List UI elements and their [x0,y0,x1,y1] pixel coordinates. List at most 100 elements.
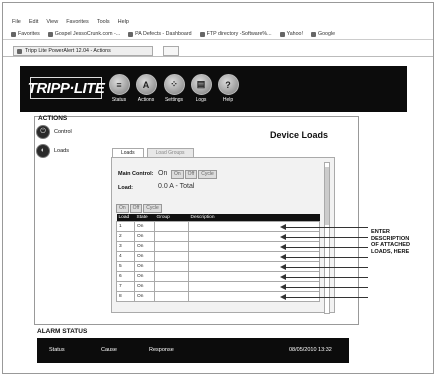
table-cycle-button[interactable]: Cycle [143,204,162,213]
state-cell: On [134,221,155,232]
nav-settings[interactable]: ⁘ Settings [163,74,185,103]
state-cell: On [134,241,155,252]
group-cell[interactable] [154,281,189,292]
state-cell: On [134,271,155,282]
table-on-button[interactable]: On [116,204,129,213]
menu-help[interactable]: Help [118,19,129,28]
google-icon [310,31,316,37]
status-icon: ≡ [108,74,130,95]
main-cycle-button[interactable]: Cycle [198,170,217,179]
callout-arrow [285,237,368,238]
tab-loads[interactable]: Loads [112,148,144,157]
load-tabs: Loads Load Groups [112,148,194,157]
table-off-button[interactable]: Off [129,204,143,213]
sidebar-item-control[interactable]: ⏻ Control [36,122,91,141]
alarm-col-cause: Cause [101,347,117,353]
tab-load-groups[interactable]: Load Groups [146,148,194,157]
star-icon [11,31,16,37]
actions-icon: A [135,74,157,95]
alarm-timestamp: 08/05/2010 13:32 [289,347,332,353]
annotation-line: LOADS, HERE [371,248,410,255]
annotation-callout: ENTER DESCRIPTION OF ATTACHED LOADS, HER… [371,229,410,255]
callout-arrow [285,247,368,248]
page-title: Device Loads [270,130,329,140]
favorite-link-ftp[interactable]: FTP directory -Software%... [199,31,272,37]
col-load: Load [116,214,135,222]
sidebar-item-loads[interactable]: ◐ Loads [36,141,91,160]
load-cell: 3 [116,241,135,252]
nav-label: Actions [137,97,155,103]
nav-label: Logs [195,97,207,103]
new-tab-button[interactable] [163,46,179,56]
nav-help[interactable]: ? Help [217,74,239,103]
page-icon [199,31,205,37]
favorite-link-yahoo[interactable]: Yahoo! [279,31,303,37]
sidebar-item-label: Control [54,128,72,135]
group-cell[interactable] [154,271,189,282]
annotation-line: OF ATTACHED [371,242,411,248]
favorite-label: FTP directory -Software%... [206,31,272,37]
load-cell: 2 [116,231,135,242]
favorite-link-pa-defects[interactable]: PA Defects - Dashboard [128,31,192,37]
menu-file[interactable]: File [12,19,21,28]
arrowhead-icon [280,264,286,270]
table-action-buttons: On Off Cycle [116,204,163,213]
col-state: State [134,214,155,222]
panel-scrollbar[interactable] [324,162,330,314]
load-cell: 1 [116,221,135,232]
menu-tools[interactable]: Tools [97,19,110,28]
main-off-button[interactable]: Off [184,170,198,179]
menu-bar: File Edit View Favorites Tools Help [3,19,433,28]
arrowhead-icon [280,244,286,250]
callout-arrow [285,287,368,288]
app-header: TRIPP·LITE ≡ Status A Actions ⁘ Settings ▤ L… [20,66,407,112]
control-icon: ⏻ [36,124,50,139]
alarm-col-response: Response [149,347,174,353]
favorite-link-gospel[interactable]: Gospel JessoCrunk.com -... [47,31,120,37]
nav-label: Status [111,97,127,103]
col-group: Group [154,214,189,222]
callout-arrow [285,267,368,268]
tab-bar: Tripp Lite PowerAlert 12.04 - Actions [3,45,433,57]
group-cell[interactable] [154,221,189,232]
loads-icon: ◐ [36,143,50,158]
group-cell[interactable] [154,231,189,242]
settings-icon: ⁘ [163,74,185,95]
arrowhead-icon [280,284,286,290]
load-cell: 8 [116,291,135,302]
state-cell: On [134,281,155,292]
menu-favorites[interactable]: Favorites [66,19,89,28]
favorite-label: Google [317,31,336,37]
favorites-button[interactable]: Favorites [11,31,40,37]
group-cell[interactable] [154,251,189,262]
callout-arrow [285,277,368,278]
sidebar-item-label: Loads [54,147,69,154]
tripp-lite-logo: TRIPP·LITE [28,77,105,99]
state-cell: On [134,251,155,262]
favorite-label: Yahoo! [286,31,303,37]
group-cell[interactable] [154,241,189,252]
group-cell[interactable] [154,261,189,272]
nav-logs[interactable]: ▤ Logs [190,74,212,103]
favorite-link-google[interactable]: Google [310,31,336,37]
nav-actions[interactable]: A Actions [135,74,157,103]
alarm-col-status: Status [49,347,65,353]
arrowhead-icon [280,294,286,300]
load-cell: 5 [116,261,135,272]
group-cell[interactable] [154,291,189,302]
main-on-button[interactable]: On [171,170,184,179]
favorite-label: PA Defects - Dashboard [135,31,192,37]
arrowhead-icon [280,254,286,260]
yahoo-icon [279,31,285,37]
scrollbar-thumb[interactable] [325,167,329,225]
main-control-label: Main Control: [118,171,154,177]
arrowhead-icon [280,274,286,280]
menu-edit[interactable]: Edit [29,19,38,28]
menu-view[interactable]: View [46,19,58,28]
main-control-value: On [158,170,168,177]
browser-tab[interactable]: Tripp Lite PowerAlert 12.04 - Actions [13,46,153,56]
load-cell: 4 [116,251,135,262]
alarm-status-title: ALARM STATUS [37,328,88,335]
arrowhead-icon [280,224,286,230]
nav-status[interactable]: ≡ Status [108,74,130,103]
